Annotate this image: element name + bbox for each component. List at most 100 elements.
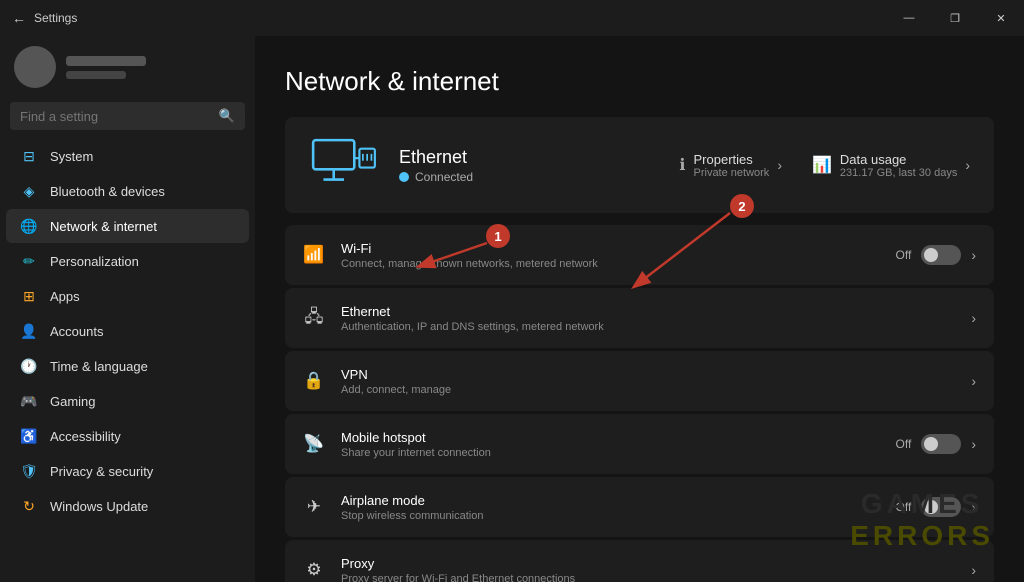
sidebar-item-personalization[interactable]: ✏Personalization	[6, 244, 249, 278]
minimize-button[interactable]: —	[886, 0, 932, 36]
vpn-right: ›	[971, 373, 976, 389]
setting-item-vpn[interactable]: 🔒VPNAdd, connect, manage›	[285, 351, 994, 411]
maximize-button[interactable]: ❐	[932, 0, 978, 36]
setting-item-airplane[interactable]: ✈Airplane modeStop wireless communicatio…	[285, 477, 994, 537]
ethernet-text: Ethernet Authentication, IP and DNS setti…	[341, 304, 955, 333]
search-box[interactable]: 🔍	[10, 102, 245, 130]
ethernet-right: ›	[971, 310, 976, 326]
properties-label: Properties	[694, 152, 770, 167]
proxy-chevron: ›	[971, 562, 976, 578]
wifi-right: Off ›	[896, 245, 976, 265]
properties-chevron: ›	[777, 157, 782, 173]
search-icon: 🔍	[219, 108, 235, 124]
hotspot-chevron: ›	[971, 436, 976, 452]
gaming-icon: 🎮	[20, 392, 38, 410]
proxy-sub: Proxy server for Wi-Fi and Ethernet conn…	[341, 573, 955, 582]
setting-item-proxy[interactable]: ⚙ProxyProxy server for Wi-Fi and Etherne…	[285, 540, 994, 582]
profile-name-block	[66, 56, 146, 79]
wifi-text: Wi-FiConnect, manage known networks, met…	[341, 241, 880, 270]
close-button[interactable]: ✕	[978, 0, 1024, 36]
sidebar: 🔍 ⊟ System ◈Bluetooth & devices 🌐 Network & …	[0, 36, 255, 582]
ethernet-sub: Authentication, IP and DNS settings, met…	[341, 321, 955, 333]
nav-list: ⊟ System ◈Bluetooth & devices 🌐 Network & in…	[0, 138, 255, 524]
hero-props: ℹ Properties Private network › 📊 Data us…	[679, 152, 970, 179]
airplane-title: Airplane mode	[341, 493, 880, 508]
sidebar-label-privacy: Privacy & security	[50, 464, 153, 479]
airplane-toggle[interactable]	[921, 497, 961, 517]
vpn-sub: Add, connect, manage	[341, 384, 955, 396]
hero-status-text: Connected	[415, 170, 473, 184]
settings-list: 📶 Wi-FiConnect, manage known networks, me…	[285, 225, 994, 582]
wifi-toggle-label: Off	[896, 248, 912, 262]
window-title: Settings	[34, 11, 77, 25]
sidebar-label-time: Time & language	[50, 359, 148, 374]
status-dot	[399, 172, 409, 182]
wifi-icon: 📶	[303, 244, 325, 266]
hotspot-toggle[interactable]	[921, 434, 961, 454]
sidebar-item-network[interactable]: 🌐 Network & internet	[6, 209, 249, 243]
sidebar-item-system[interactable]: ⊟ System	[6, 139, 249, 173]
setting-item-wifi[interactable]: 📶 Wi-FiConnect, manage known networks, me…	[285, 225, 994, 285]
sidebar-item-apps[interactable]: ⊞ Apps	[6, 279, 249, 313]
setting-item-hotspot[interactable]: 📡 Mobile hotspotShare your internet conne…	[285, 414, 994, 474]
sidebar-item-gaming[interactable]: 🎮 Gaming	[6, 384, 249, 418]
sidebar-label-system: System	[50, 149, 93, 164]
ethernet-icon: 🖧	[303, 307, 325, 329]
info-icon: ℹ	[679, 155, 685, 175]
sidebar-item-accounts[interactable]: 👤 Accounts	[6, 314, 249, 348]
wifi-sub: Connect, manage known networks, metered …	[341, 258, 880, 270]
sidebar-item-time[interactable]: 🕐 Time & language	[6, 349, 249, 383]
ethernet-chevron: ›	[971, 310, 976, 326]
sidebar-label-accessibility: Accessibility	[50, 429, 121, 444]
airplane-toggle-label: Off	[896, 500, 912, 514]
hotspot-text: Mobile hotspotShare your internet connec…	[341, 430, 880, 459]
sidebar-label-gaming: Gaming	[50, 394, 96, 409]
properties-sub: Private network	[694, 167, 770, 179]
titlebar: ← Settings — ❐ ✕	[0, 0, 1024, 36]
content-area: Network & internet Ethernet	[255, 36, 1024, 582]
time-icon: 🕐	[20, 357, 38, 375]
hero-status: Connected	[399, 170, 659, 184]
data-usage-sub: 231.17 GB, last 30 days	[840, 167, 957, 179]
accessibility-icon: ♿	[20, 427, 38, 445]
accounts-icon: 👤	[20, 322, 38, 340]
page-title: Network & internet	[285, 66, 994, 97]
search-input[interactable]	[20, 109, 211, 124]
sidebar-label-personalization: Personalization	[50, 254, 139, 269]
apps-icon: ⊞	[20, 287, 38, 305]
properties-link[interactable]: ℹ Properties Private network ›	[679, 152, 782, 179]
hero-info: Ethernet Connected	[399, 147, 659, 184]
bluetooth-icon: ◈	[20, 182, 38, 200]
back-icon[interactable]: ←	[12, 10, 26, 26]
hero-card[interactable]: Ethernet Connected ℹ Properties Private …	[285, 117, 994, 213]
profile-section[interactable]	[0, 36, 255, 102]
vpn-chevron: ›	[971, 373, 976, 389]
hotspot-icon: 📡	[303, 433, 325, 455]
setting-item-ethernet[interactable]: 🖧 Ethernet Authentication, IP and DNS sett…	[285, 288, 994, 348]
vpn-title: VPN	[341, 367, 955, 382]
wifi-toggle[interactable]	[921, 245, 961, 265]
airplane-sub: Stop wireless communication	[341, 510, 880, 522]
window-controls: — ❐ ✕	[886, 0, 1024, 36]
airplane-text: Airplane mode Stop wireless communication	[341, 493, 880, 522]
sidebar-label-network: Network & internet	[50, 219, 157, 234]
sidebar-item-bluetooth[interactable]: ◈Bluetooth & devices	[6, 174, 249, 208]
sidebar-item-update[interactable]: ↻Windows Update	[6, 489, 249, 523]
system-icon: ⊟	[20, 147, 38, 165]
sidebar-item-privacy[interactable]: 🛡 Privacy & security	[6, 454, 249, 488]
proxy-text: Proxy Proxy server for Wi-Fi and Ethernet…	[341, 556, 955, 582]
sidebar-item-accessibility[interactable]: ♿ Accessibility	[6, 419, 249, 453]
avatar	[14, 46, 56, 88]
sidebar-label-apps: Apps	[50, 289, 80, 304]
proxy-title: Proxy	[341, 556, 955, 571]
airplane-chevron: ›	[971, 499, 976, 515]
proxy-right: ›	[971, 562, 976, 578]
wifi-chevron: ›	[971, 247, 976, 263]
sidebar-label-accounts: Accounts	[50, 324, 103, 339]
network-icon: 🌐	[20, 217, 38, 235]
ethernet-title: Ethernet	[341, 304, 955, 319]
data-usage-link[interactable]: 📊 Data usage 231.17 GB, last 30 days ›	[812, 152, 970, 179]
data-usage-chevron: ›	[965, 157, 970, 173]
hotspot-toggle-label: Off	[896, 437, 912, 451]
privacy-icon: 🛡	[20, 462, 38, 480]
